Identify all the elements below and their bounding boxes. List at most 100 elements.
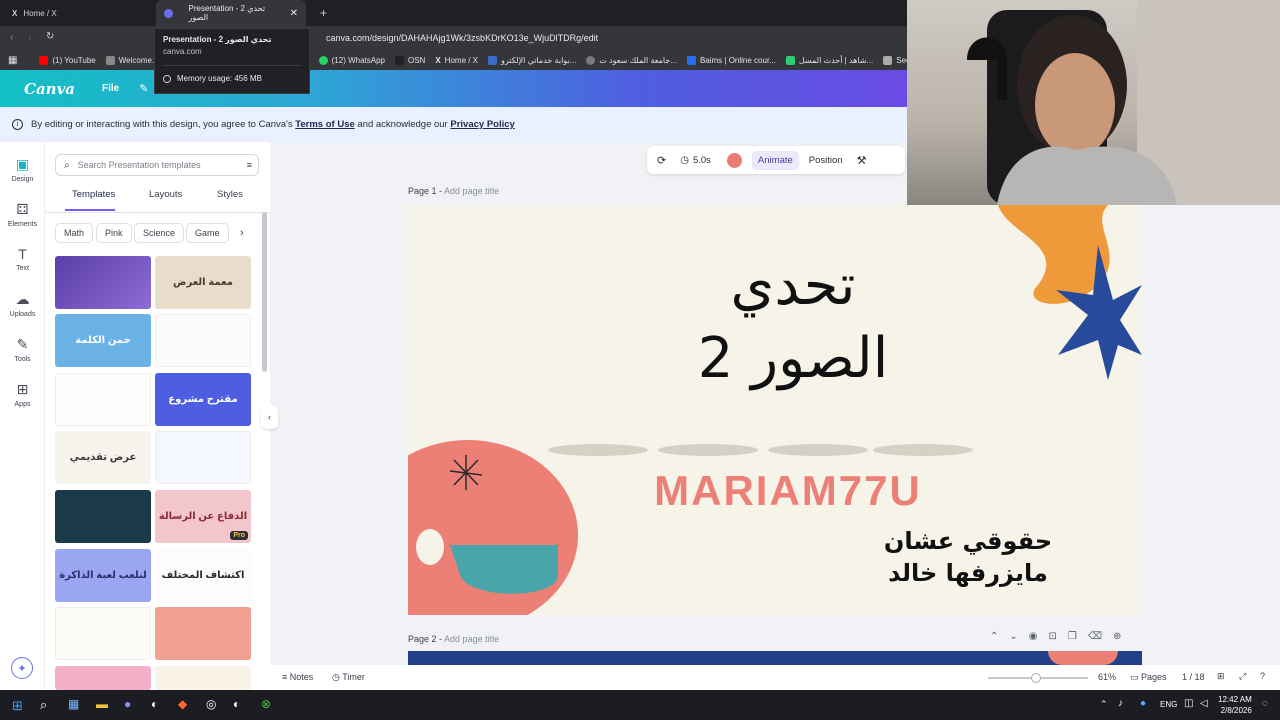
bookmark-khadamati[interactable]: بوابة خدماتي الإلكترو...: [488, 55, 576, 65]
chip-science[interactable]: Science: [134, 223, 185, 243]
chip-pink[interactable]: Pink: [96, 223, 132, 243]
tray-chevron-icon[interactable]: ⌃: [1100, 699, 1108, 710]
reload-icon[interactable]: ↻: [46, 31, 54, 42]
template-thumb[interactable]: [155, 314, 251, 367]
animate-button[interactable]: Animate: [751, 150, 799, 170]
tab-templates[interactable]: Templates: [72, 189, 115, 200]
fullscreen-icon[interactable]: ⤢: [1239, 671, 1246, 682]
slide-title[interactable]: تحدي الصور 2: [638, 250, 948, 396]
bookmark-youtube[interactable]: (1) YouTube: [39, 55, 96, 65]
discord-icon[interactable]: ●: [124, 697, 131, 711]
forward-icon[interactable]: ›: [28, 32, 31, 43]
slide-page-1[interactable]: تحدي الصور 2 MARIAM77U حقوقي عشان مايزرف…: [408, 205, 1142, 615]
xbox-icon[interactable]: ⊗: [261, 697, 271, 711]
nav-design[interactable]: ▣ Design: [0, 156, 45, 183]
bookmark-shahid[interactable]: شاهد | أحدث المسل...: [785, 55, 873, 65]
microphone-icon[interactable]: ●: [1140, 698, 1146, 709]
bookmark-baims[interactable]: Baims | Online cour...: [686, 55, 776, 65]
template-thumb[interactable]: اكتشاف المختلف: [155, 549, 251, 602]
duplicate-icon[interactable]: ❐: [1068, 631, 1077, 642]
eye-icon[interactable]: ◉: [1029, 631, 1038, 642]
chevron-up-icon[interactable]: ⌃: [990, 631, 998, 642]
duration-button[interactable]: 5.0s: [693, 155, 711, 166]
steam-icon[interactable]: ◐: [233, 697, 240, 711]
bookmark-osn[interactable]: OSN: [394, 55, 425, 65]
brave-icon[interactable]: ◆: [178, 697, 187, 711]
nav-elements[interactable]: ⚃ Elements: [0, 201, 45, 228]
notes-button[interactable]: ≡ Notes: [282, 672, 313, 682]
template-thumb[interactable]: عرض تقديمي: [55, 431, 151, 484]
steam-icon[interactable]: ◐: [151, 697, 158, 711]
privacy-policy-link[interactable]: Privacy Policy: [450, 119, 514, 130]
trash-icon[interactable]: ⌫: [1088, 631, 1102, 642]
nav-tools[interactable]: ✎ Tools: [0, 336, 45, 363]
slide-page-2[interactable]: [408, 651, 1142, 665]
tab-presentation[interactable]: Presentation - 2 تحدي الصور ✕: [156, 0, 306, 26]
slide-credit-text[interactable]: حقوقي عشان مايزرفها خالد: [863, 525, 1073, 590]
add-page-title[interactable]: Add page title: [444, 634, 499, 644]
template-thumb[interactable]: معمة العرض: [155, 256, 251, 309]
bookmark-home-x[interactable]: X Home / X: [435, 56, 478, 65]
magic-sparkle-icon[interactable]: ✦: [11, 657, 33, 679]
template-thumb[interactable]: الدفاع عن الرسالة Pro: [155, 490, 251, 543]
pages-button[interactable]: ▭ Pages: [1130, 672, 1167, 683]
template-thumb[interactable]: خمن الكلمة: [55, 314, 151, 367]
grid-view-icon[interactable]: ⊞: [1217, 671, 1225, 682]
network-icon[interactable]: ◫: [1184, 698, 1193, 709]
color-swatch[interactable]: [726, 152, 742, 168]
slide-author-name[interactable]: MARIAM77U: [638, 467, 938, 515]
app-icon[interactable]: ◎: [206, 697, 216, 711]
add-page-title[interactable]: Add page title: [444, 186, 499, 196]
add-page-icon[interactable]: ⊕: [1113, 631, 1121, 642]
edit-pencil-icon[interactable]: ✎: [139, 82, 148, 95]
bookmark-whatsapp[interactable]: (12) WhatsApp: [318, 55, 385, 65]
nav-uploads[interactable]: ☁ Uploads: [0, 291, 45, 318]
new-tab-button[interactable]: +: [312, 0, 335, 26]
template-thumb[interactable]: [55, 490, 151, 543]
windows-start-icon[interactable]: ⊞: [12, 698, 23, 714]
chevron-right-icon[interactable]: ›: [232, 223, 252, 243]
collapse-panel-button[interactable]: ‹: [261, 405, 278, 429]
file-menu[interactable]: File: [102, 83, 119, 94]
task-view-icon[interactable]: ▦: [68, 697, 79, 711]
tab-layouts[interactable]: Layouts: [149, 189, 182, 200]
timer-button[interactable]: ◷ Timer: [332, 672, 365, 683]
language-indicator[interactable]: ENG: [1160, 700, 1177, 709]
speaker-icon[interactable]: ◁: [1200, 698, 1208, 709]
apps-grid-icon[interactable]: ▦: [8, 55, 17, 66]
clock[interactable]: 12:42 AM 2/8/2026: [1218, 694, 1252, 716]
file-explorer-icon[interactable]: ▬: [96, 697, 108, 711]
template-thumb[interactable]: [55, 256, 151, 309]
template-thumb[interactable]: [55, 373, 151, 426]
panel-scrollbar[interactable]: [262, 212, 267, 372]
template-thumb[interactable]: [155, 666, 251, 690]
terms-of-use-link[interactable]: Terms of Use: [295, 119, 354, 130]
lock-icon[interactable]: ⊡: [1049, 631, 1057, 642]
chip-math[interactable]: Math: [55, 223, 94, 243]
tab-styles[interactable]: Styles: [217, 189, 243, 200]
nav-text[interactable]: T Text: [0, 246, 45, 272]
nav-apps[interactable]: ⊞ Apps: [0, 381, 45, 408]
filter-icon[interactable]: ≡: [247, 160, 252, 170]
bookmark-welcome[interactable]: Welcome...: [105, 55, 159, 65]
template-thumb[interactable]: [155, 607, 251, 660]
template-search-input[interactable]: ⌕ Search Presentation templates ≡: [55, 154, 259, 176]
back-icon[interactable]: ‹: [10, 32, 13, 43]
template-thumb[interactable]: لنلعب لعبة الذاكرة: [55, 549, 151, 602]
bookmark-ksu[interactable]: جامعة الملك سعود ت...: [586, 55, 677, 65]
refresh-icon[interactable]: ⟳: [657, 154, 666, 167]
search-icon[interactable]: ⌕: [40, 697, 47, 713]
zoom-slider-handle[interactable]: [1031, 673, 1041, 683]
tab-home-x[interactable]: X Home / X: [4, 0, 154, 26]
notification-icon[interactable]: ◌: [1262, 698, 1268, 709]
template-thumb[interactable]: مقترح مشروع: [155, 373, 251, 426]
zoom-level[interactable]: 61%: [1098, 672, 1116, 682]
canva-logo[interactable]: Canva: [24, 80, 75, 98]
chip-game[interactable]: Game: [186, 223, 229, 243]
template-thumb[interactable]: [155, 431, 251, 484]
template-thumb[interactable]: [55, 666, 151, 690]
volume-icon[interactable]: ♪: [1118, 698, 1123, 709]
close-tab-icon[interactable]: ✕: [290, 8, 298, 19]
chevron-down-icon[interactable]: ⌄: [1009, 631, 1017, 642]
template-thumb[interactable]: [55, 607, 151, 660]
